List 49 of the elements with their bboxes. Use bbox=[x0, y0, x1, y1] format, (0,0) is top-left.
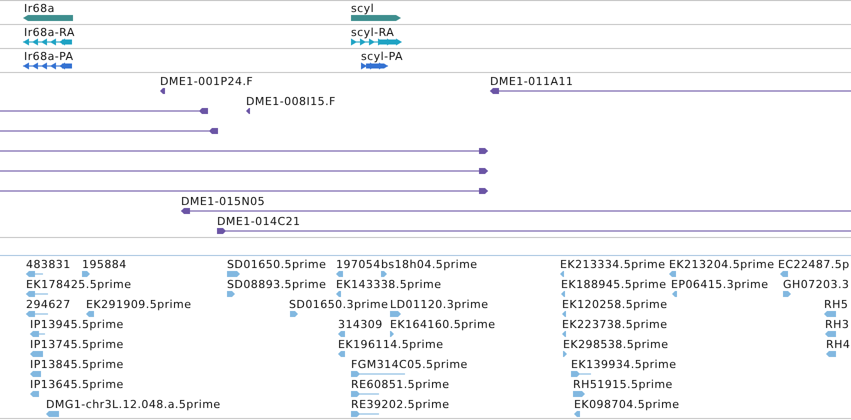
feature-label: EK139934.5prime bbox=[571, 359, 676, 371]
feature-label: Ir68a-PA bbox=[24, 51, 74, 63]
feature-label: EK143338.5prime bbox=[336, 279, 442, 291]
feature-label: IP13745.5prime bbox=[30, 339, 124, 351]
feature-label: EC22487.5p bbox=[778, 259, 850, 271]
feature-label: EK164160.5prime bbox=[390, 319, 496, 331]
feature-label: RE39202.5prime bbox=[351, 399, 450, 411]
feature-label: scyl-RA bbox=[351, 27, 394, 39]
feature-label: IP13845.5prime bbox=[30, 359, 124, 371]
feature-label: IP13945.5prime bbox=[30, 319, 124, 331]
feature-label: EK213334.5prime bbox=[560, 259, 666, 271]
feature-label: 195884 bbox=[82, 259, 127, 271]
feature-label: EK120258.5prime bbox=[562, 299, 668, 311]
feature-label: DME1-011A11 bbox=[490, 76, 574, 88]
feature-label: Ir68a bbox=[24, 3, 55, 15]
feature-label: EK223738.5prime bbox=[562, 319, 668, 331]
feature-label: EP06415.3prime bbox=[671, 279, 768, 291]
feature-label: RH4 bbox=[826, 339, 850, 351]
feature-label: EK098704.5prime bbox=[574, 399, 680, 411]
feature-label: RE60851.5prime bbox=[351, 379, 450, 391]
feature-label: RH3 bbox=[825, 319, 850, 331]
feature-label: LD01120.3prime bbox=[390, 299, 488, 311]
feature-label: EK298538.5prime bbox=[563, 339, 668, 351]
feature-label: scyl-PA bbox=[361, 51, 403, 63]
feature-label: DME1-001P24.F bbox=[160, 76, 254, 88]
feature-label: DME1-008I15.F bbox=[246, 96, 336, 108]
feature-label: GH07203.3 bbox=[783, 279, 850, 291]
feature-label: EK178425.5prime bbox=[26, 279, 132, 291]
feature-label: 483831 bbox=[26, 259, 71, 271]
feature-label: EK213204.5prime bbox=[669, 259, 774, 271]
feature-label: bs18h04.5prime bbox=[381, 259, 478, 271]
feature-label: SD08893.5prime bbox=[227, 279, 326, 291]
feature-label: SD01650.3prime bbox=[289, 299, 388, 311]
feature-label: Ir68a-RA bbox=[24, 27, 75, 39]
feature-label: EK196114.5prime bbox=[338, 339, 444, 351]
feature-label: DME1-014C21 bbox=[217, 216, 301, 228]
feature-label: 314309 bbox=[338, 319, 383, 331]
feature-label: EK291909.5prime bbox=[86, 299, 192, 311]
feature-label: scyl bbox=[351, 3, 374, 15]
feature-label: DME1-015N05 bbox=[181, 196, 266, 208]
feature-label: EK188945.5prime bbox=[561, 279, 666, 291]
feature-label: RH5 bbox=[824, 299, 848, 311]
feature-label: DMG1-chr3L.12.048.a.5prime bbox=[46, 399, 221, 411]
feature-label: FGM314C05.5prime bbox=[351, 359, 468, 371]
feature-label: IP13645.5prime bbox=[30, 379, 124, 391]
feature-label: 197054 bbox=[336, 259, 381, 271]
feature-label: SD01650.5prime bbox=[227, 259, 326, 271]
feature-label: 294627 bbox=[26, 299, 71, 311]
feature-label: RH51915.5prime bbox=[573, 379, 673, 391]
